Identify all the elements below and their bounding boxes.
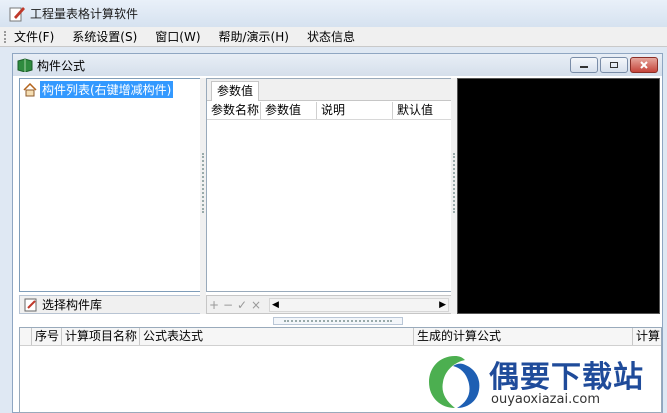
params-header: 参数名称 参数值 说明 默认值 <box>207 102 452 120</box>
minimize-icon <box>580 66 588 68</box>
app-icon <box>9 6 25 21</box>
close-icon <box>640 61 648 69</box>
col-param-name[interactable]: 参数名称 <box>207 102 261 119</box>
col-expression[interactable]: 公式表达式 <box>140 328 414 345</box>
params-hscrollbar[interactable]: ◀ ▶ <box>269 298 449 312</box>
component-tree[interactable]: 构件列表(右键增减构件) <box>19 78 206 292</box>
select-library-label: 选择构件库 <box>42 298 103 312</box>
col-description[interactable]: 说明 <box>317 102 393 119</box>
preview-pane[interactable] <box>457 78 660 314</box>
title-bar: 工程量表格计算软件 <box>0 0 667 27</box>
add-param-button[interactable]: + <box>207 298 221 312</box>
col-calc[interactable]: 计算 <box>633 328 661 345</box>
menu-file[interactable]: 文件(F) <box>14 28 54 45</box>
params-toolbar: + − ✓ × ◀ ▶ <box>206 295 453 314</box>
col-item-name[interactable]: 计算项目名称 <box>62 328 140 345</box>
menu-help[interactable]: 帮助/演示(H) <box>219 28 289 45</box>
menu-grip <box>4 30 8 43</box>
logo-emblem-icon <box>429 356 480 408</box>
close-button[interactable] <box>630 57 658 73</box>
col-seq[interactable]: 序号 <box>32 328 62 345</box>
tree-root-item[interactable]: 构件列表(右键增减构件) <box>23 81 174 98</box>
scroll-left-icon[interactable]: ◀ <box>272 299 279 312</box>
tab-param-values[interactable]: 参数值 <box>211 81 259 101</box>
restore-button[interactable] <box>600 57 628 73</box>
col-generated-formula[interactable]: 生成的计算公式 <box>414 328 633 345</box>
select-library-button[interactable]: 选择构件库 <box>19 295 206 314</box>
remove-param-button[interactable]: − <box>221 298 235 312</box>
tree-root-label: 构件列表(右键增减构件) <box>40 81 174 98</box>
col-indicator <box>20 328 32 345</box>
window-title: 工程量表格计算软件 <box>30 7 139 21</box>
cancel-param-button[interactable]: × <box>249 298 263 312</box>
menu-window[interactable]: 窗口(W) <box>155 28 200 45</box>
watermark-logo: 偶要下载站 ouyaoxiazai.com <box>423 350 663 412</box>
col-param-value[interactable]: 参数值 <box>261 102 317 119</box>
inner-title: 构件公式 <box>37 58 86 73</box>
inner-title-bar: 构件公式 <box>13 54 662 76</box>
book-icon <box>17 58 33 72</box>
scroll-right-icon[interactable]: ▶ <box>439 299 446 312</box>
restore-icon <box>610 62 618 68</box>
confirm-param-button[interactable]: ✓ <box>235 298 249 312</box>
watermark-name: 偶要下载站 <box>489 360 644 395</box>
menu-settings[interactable]: 系统设置(S) <box>72 28 137 45</box>
watermark-url: ouyaoxiazai.com <box>491 392 600 407</box>
grid-header: 序号 计算项目名称 公式表达式 生成的计算公式 计算 <box>20 328 661 346</box>
minimize-button[interactable] <box>570 57 598 73</box>
menu-status[interactable]: 状态信息 <box>307 28 355 45</box>
splitter-horizontal[interactable] <box>273 317 403 325</box>
home-icon <box>23 82 37 96</box>
params-pane: 参数值 参数名称 参数值 说明 默认值 <box>206 78 453 292</box>
library-icon <box>24 298 37 311</box>
menu-bar: 文件(F) 系统设置(S) 窗口(W) 帮助/演示(H) 状态信息 <box>0 27 667 47</box>
params-tabstrip: 参数值 <box>207 79 452 101</box>
col-default[interactable]: 默认值 <box>393 102 452 119</box>
